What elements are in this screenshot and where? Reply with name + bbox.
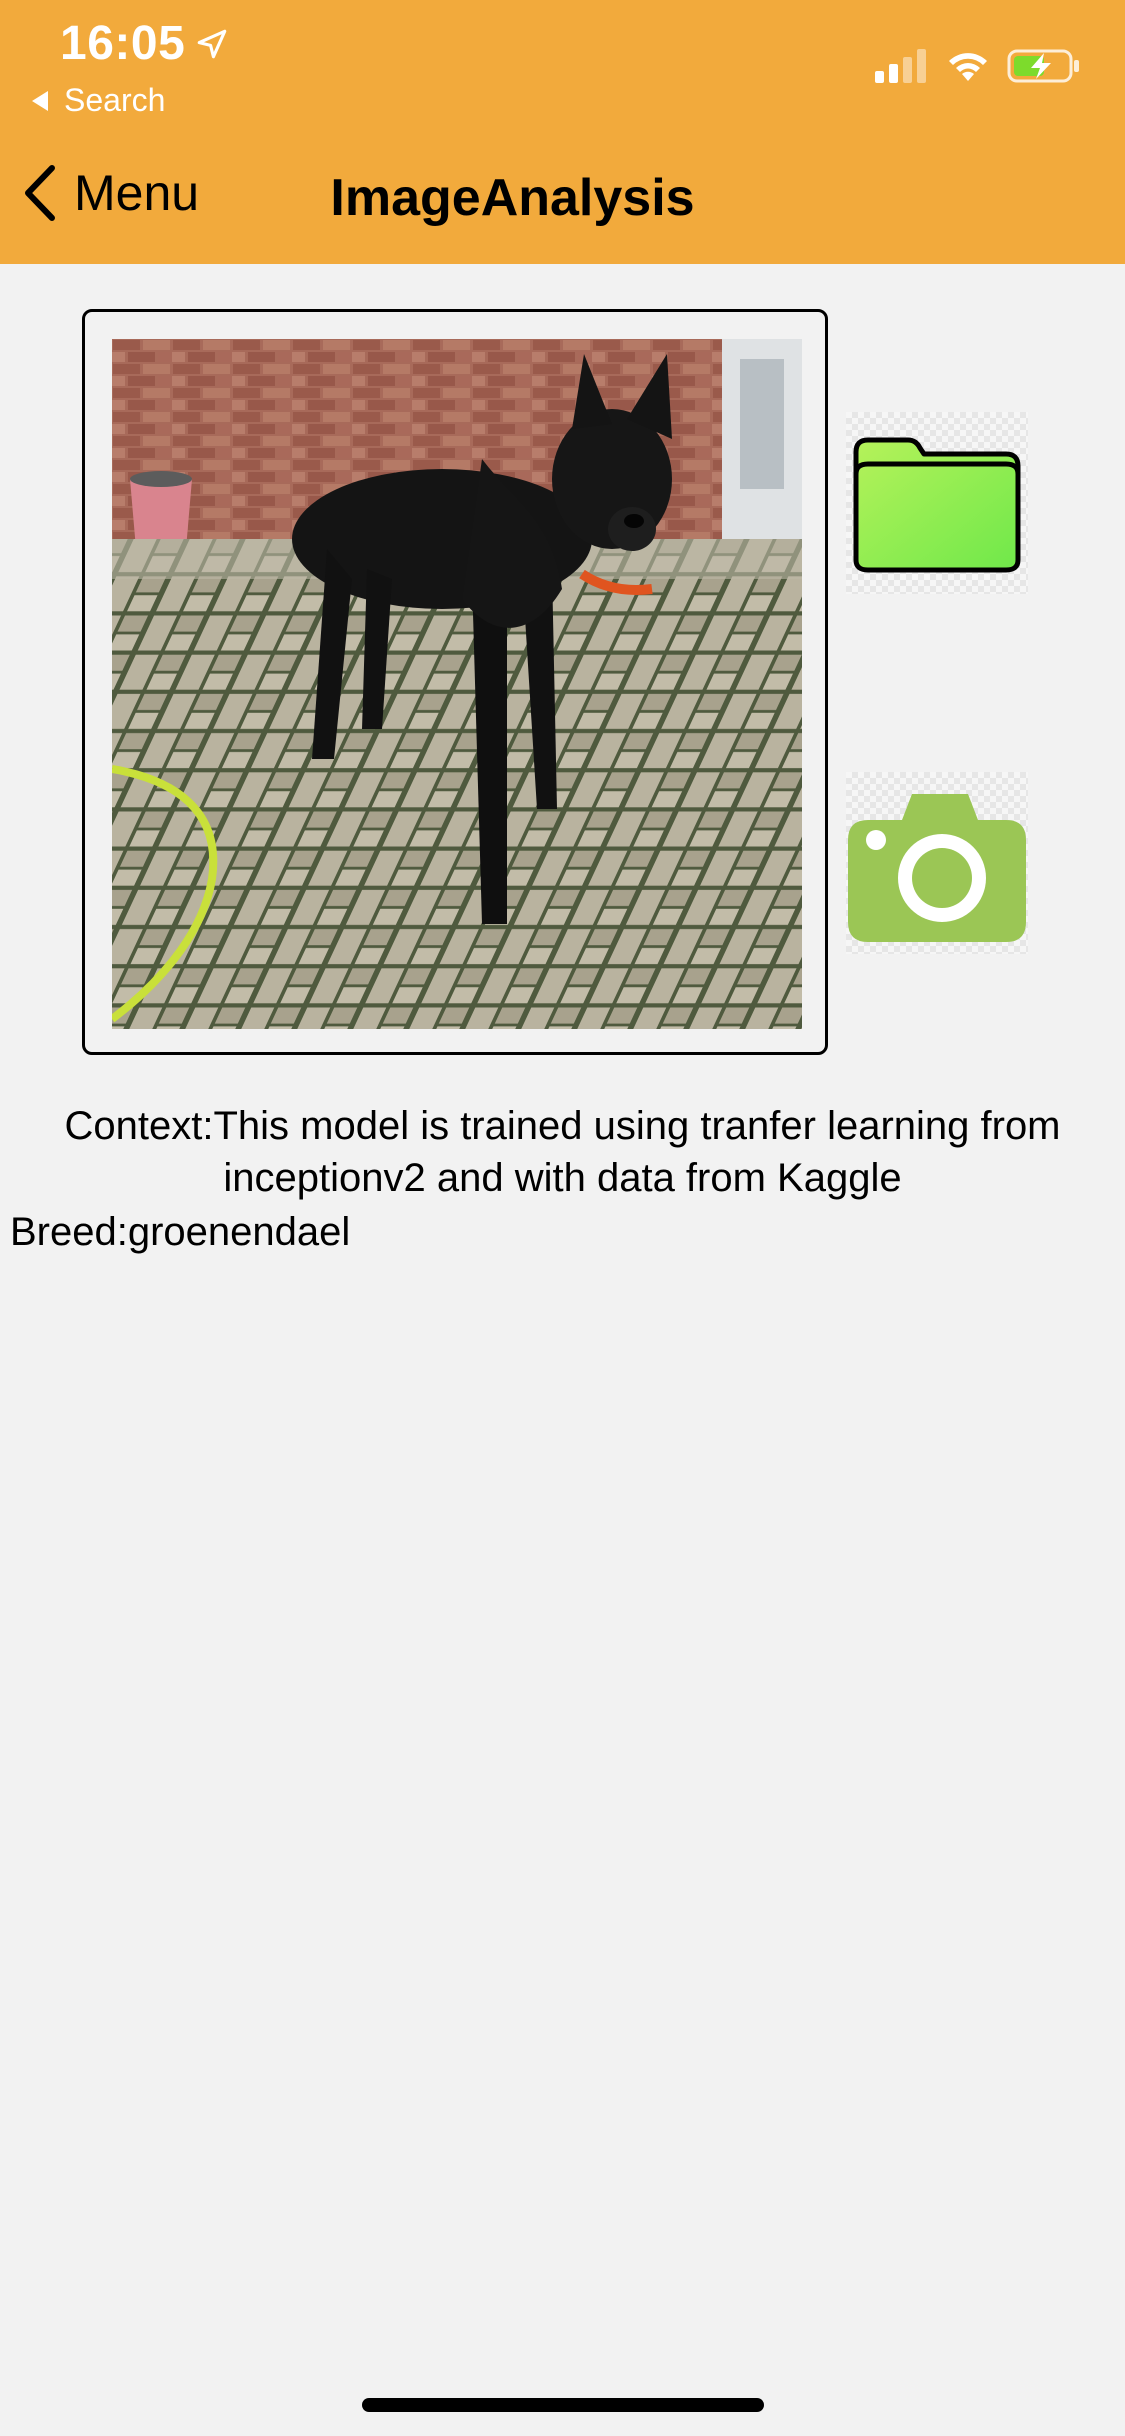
home-indicator[interactable] [362, 2398, 764, 2412]
dog-photo [112, 339, 802, 1029]
wifi-icon [949, 53, 987, 81]
page-title: ImageAnalysis [330, 169, 695, 227]
status-indicators [875, 48, 1081, 84]
folder-icon [853, 437, 1021, 573]
back-to-search-label: Search [64, 82, 166, 118]
back-triangle-icon [32, 90, 48, 111]
context-text: Context:This model is trained using tran… [10, 1100, 1115, 1204]
header-bar: 16:05 Search Menu ImageAnalysis [0, 0, 1125, 264]
location-arrow-icon [197, 29, 227, 58]
breed-label: Breed: [10, 1210, 128, 1254]
context-description: This model is trained using tranfer lear… [213, 1104, 1061, 1200]
status-time: 16:05 [60, 16, 229, 71]
breed-result: Breed:groenendael [10, 1206, 350, 1258]
cellular-signal-icon [875, 49, 926, 83]
status-time-text: 16:05 [60, 17, 186, 70]
context-label: Context: [64, 1104, 214, 1148]
camera-icon [848, 794, 1026, 942]
back-to-search-link[interactable]: Search [30, 82, 165, 119]
battery-charging-icon [1007, 49, 1079, 83]
open-folder-button[interactable] [846, 412, 1028, 594]
camera-button[interactable] [846, 772, 1028, 954]
image-frame [82, 309, 828, 1055]
breed-value: groenendael [127, 1210, 351, 1254]
